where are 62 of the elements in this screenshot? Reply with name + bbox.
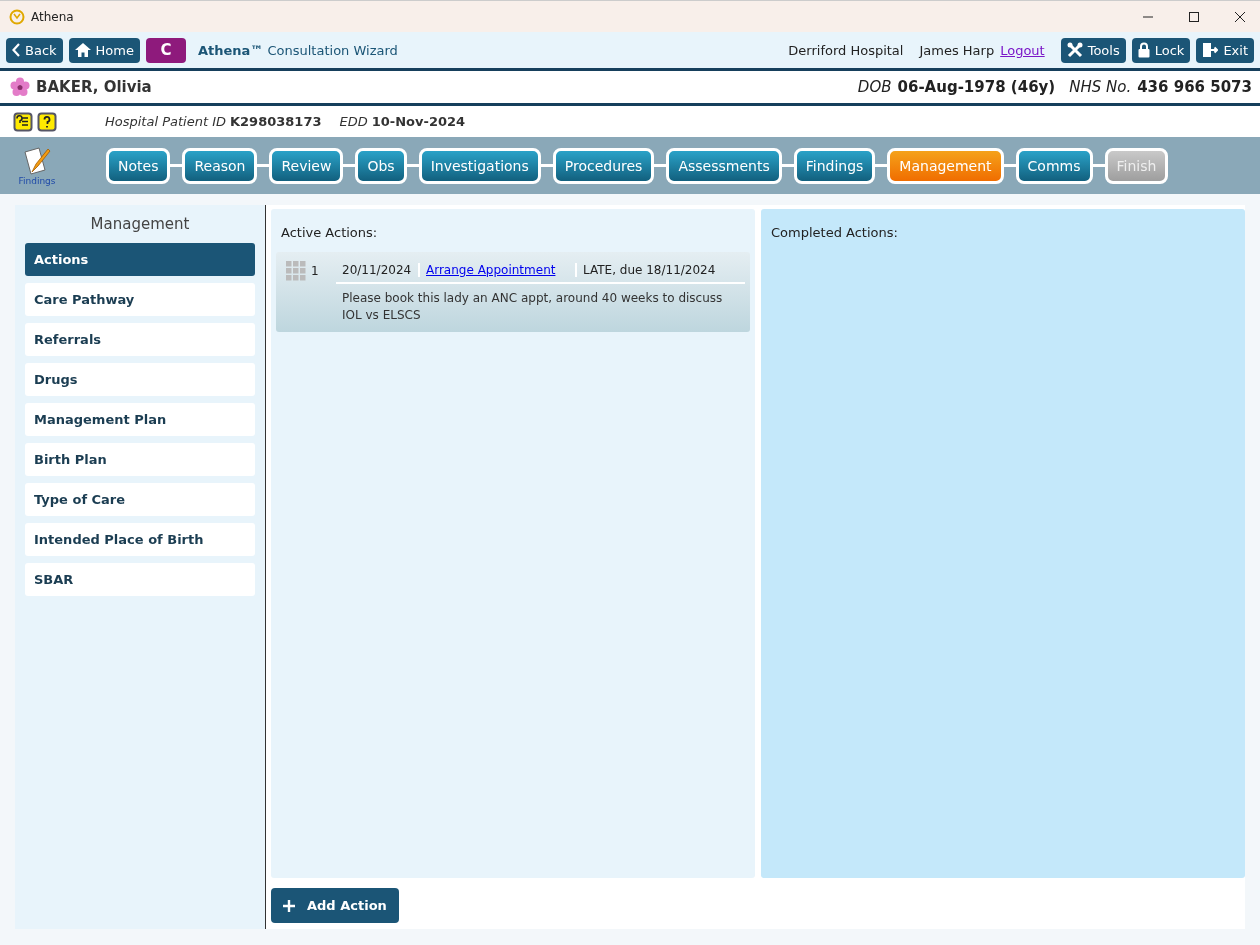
- hospital-name: Derriford Hospital: [788, 42, 904, 58]
- patient-id-label: Hospital Patient ID: [105, 114, 226, 129]
- help-list-icon: [13, 111, 33, 132]
- wizard-step-tab[interactable]: Procedures: [552, 147, 655, 184]
- sidebar-item[interactable]: SBAR: [25, 563, 255, 596]
- help-icon: [37, 111, 57, 132]
- edd-label: EDD: [339, 114, 368, 129]
- sidebar-title: Management: [89, 214, 191, 235]
- panel-title: Active Actions:: [280, 224, 379, 242]
- wizard-step-tab[interactable]: Reason: [182, 147, 258, 184]
- action-date: 20/11/2024: [336, 263, 420, 277]
- wizard-step-tab[interactable]: Comms: [1015, 147, 1093, 184]
- action-status: LATE, due 18/11/2024: [582, 263, 717, 277]
- dob-value: 06-Aug-1978 (46y): [897, 78, 1056, 96]
- lock-icon: [1137, 42, 1150, 58]
- app-logo-icon: [9, 8, 25, 25]
- c-button[interactable]: C: [145, 37, 186, 63]
- wizard-step-tab[interactable]: Assessments: [666, 147, 782, 184]
- nhs-label: NHS No.: [1069, 78, 1132, 96]
- sidebar-item[interactable]: Actions: [25, 243, 255, 276]
- step-icon-label: Findings: [18, 175, 56, 186]
- home-icon: [74, 43, 91, 57]
- patient-id: K298038173: [230, 114, 322, 129]
- wizard-step-tab[interactable]: Investigations: [418, 147, 541, 184]
- drag-grip-icon: [286, 261, 306, 281]
- sidebar-item[interactable]: Care Pathway: [25, 283, 255, 316]
- tools-button[interactable]: Tools: [1060, 37, 1126, 63]
- chevron-left-icon: [12, 43, 20, 57]
- lock-button[interactable]: Lock: [1131, 37, 1191, 63]
- close-icon: [1234, 10, 1246, 23]
- back-button[interactable]: Back: [6, 37, 63, 63]
- sidebar-item[interactable]: Referrals: [25, 323, 255, 356]
- panel-title: Completed Actions:: [770, 224, 899, 242]
- exit-door-icon: [1202, 42, 1219, 58]
- action-note: Please book this lady an ANC appt, around 40 weeks to discuss IOL vs ELSCS: [341, 290, 724, 324]
- edd-value: 10-Nov-2024: [371, 114, 466, 129]
- dob-label: DOB: [857, 78, 892, 96]
- exit-button[interactable]: Exit: [1196, 37, 1254, 63]
- sidebar-item[interactable]: Type of Care: [25, 483, 255, 516]
- plus-icon: [283, 899, 295, 912]
- sidebar-item[interactable]: Birth Plan: [25, 443, 255, 476]
- nhs-number: 436 966 5073: [1137, 78, 1252, 96]
- sidebar-item[interactable]: Drugs: [25, 363, 255, 396]
- wizard-step-tab[interactable]: Obs: [355, 147, 407, 184]
- window-title: Athena: [31, 9, 74, 24]
- logout-link[interactable]: Logout: [1000, 42, 1045, 58]
- notepad-pencil-icon: [22, 145, 52, 176]
- action-link[interactable]: Arrange Appointment: [420, 263, 577, 277]
- wizard-step-tab[interactable]: Notes: [106, 147, 171, 184]
- flower-icon: [10, 77, 30, 97]
- tools-icon: [1066, 42, 1083, 58]
- wizard-step-tab[interactable]: Findings: [793, 147, 876, 184]
- user-name: James Harp: [919, 42, 995, 58]
- home-button[interactable]: Home: [68, 37, 140, 63]
- wizard-step-tab[interactable]: Review: [269, 147, 344, 184]
- patient-name: BAKER, Olivia: [36, 78, 152, 96]
- app-title: Athena™ Consultation Wizard: [197, 42, 398, 58]
- action-number: 1: [311, 264, 319, 278]
- maximize-icon: [1188, 10, 1200, 23]
- add-action-button[interactable]: Add Action: [271, 888, 399, 923]
- sidebar-item[interactable]: Management Plan: [25, 403, 255, 436]
- sidebar-item[interactable]: Intended Place of Birth: [25, 523, 255, 556]
